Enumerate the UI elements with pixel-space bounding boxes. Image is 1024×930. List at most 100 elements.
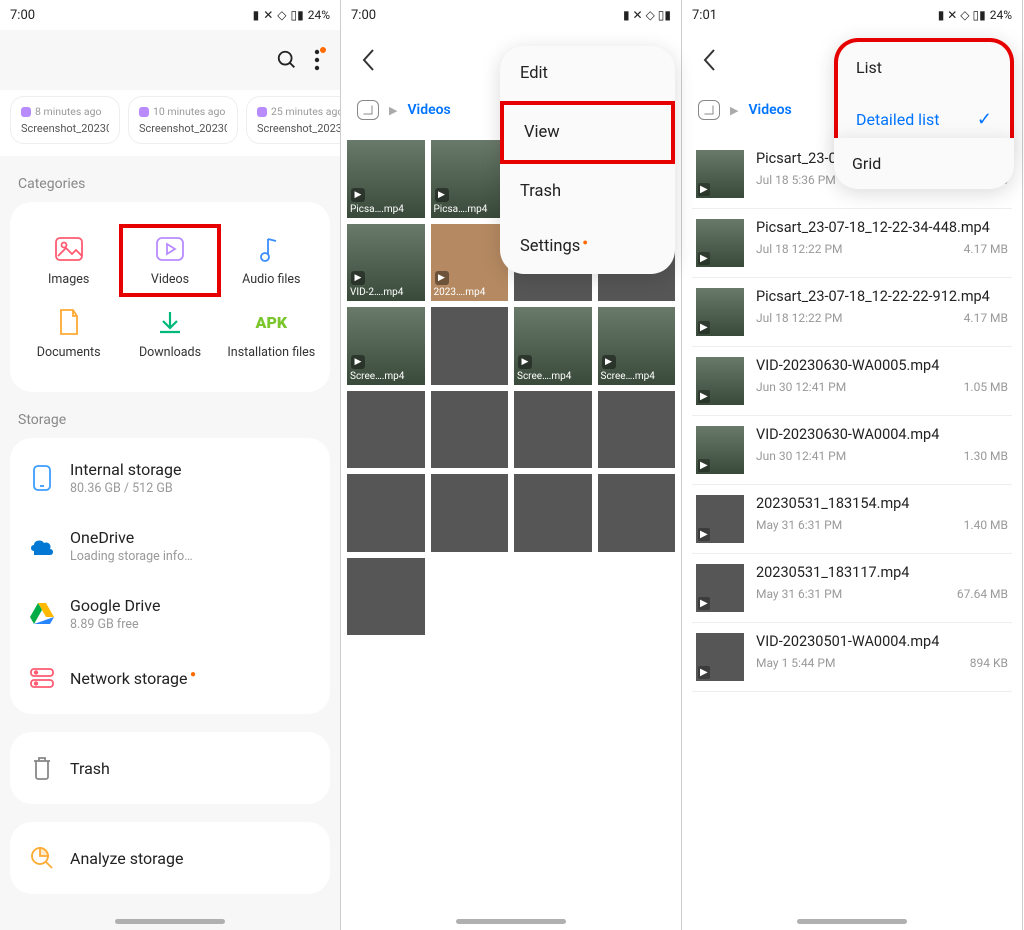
video-label: Scree….mp4	[601, 371, 655, 382]
play-icon: ▶	[698, 528, 710, 541]
gesture-bar[interactable]	[115, 919, 225, 924]
images-icon	[54, 234, 84, 264]
network-icon	[28, 664, 56, 692]
play-icon: ▶	[698, 597, 710, 610]
play-icon: ▶	[698, 183, 710, 196]
menu-view[interactable]: View	[500, 101, 675, 164]
video-label: 2023….mp4	[434, 287, 486, 298]
video-cell[interactable]	[347, 474, 425, 552]
play-icon: ▶	[435, 271, 449, 285]
recent-item[interactable]: 10 minutes ago Screenshot_20230718_18493…	[128, 96, 238, 144]
file-row[interactable]: ▶VID-20230630-WA0005.mp4Jun 30 12:41 PM1…	[692, 347, 1012, 416]
video-thumbnail: ▶	[696, 288, 744, 336]
trash-icon	[28, 754, 56, 782]
video-cell[interactable]: ▶Picsa….mp4	[431, 140, 509, 218]
status-bar: 7:00 ▮ ✕ ◇ ▯▮ 24%	[0, 0, 340, 30]
video-cell[interactable]	[514, 391, 592, 469]
storage-googledrive[interactable]: Google Drive 8.89 GB free	[10, 580, 330, 648]
file-row[interactable]: ▶Picsart_23-07-18_12-22-22-912.mp4Jul 18…	[692, 278, 1012, 347]
categories-panel: Images Videos Audio files Documents	[10, 202, 330, 392]
analyze-panel: Analyze storage	[10, 822, 330, 894]
file-size: 894 KB	[970, 656, 1008, 670]
video-cell[interactable]	[347, 391, 425, 469]
file-name: 20230531_183117.mp4	[756, 564, 1008, 583]
video-cell[interactable]	[514, 474, 592, 552]
video-cell[interactable]	[598, 474, 676, 552]
file-row[interactable]: ▶Picsart_23-07-18_12-22-34-448.mp4Jul 18…	[692, 209, 1012, 278]
file-name: VID-20230630-WA0005.mp4	[756, 357, 1008, 376]
menu-trash[interactable]: Trash	[500, 164, 675, 219]
battery-icon: ▮	[253, 8, 260, 22]
video-thumbnail: ▶	[696, 150, 744, 198]
view-mode-menu: List Detailed list ✓	[834, 38, 1014, 146]
clock: 7:00	[10, 8, 35, 23]
video-cell[interactable]: ▶ Scree….mp4	[514, 307, 592, 385]
view-mode-menu-bottom: Grid	[834, 138, 1014, 189]
file-size: 67.64 MB	[957, 587, 1008, 601]
clock: 7:01	[692, 8, 717, 23]
more-icon[interactable]	[306, 43, 328, 77]
recent-item[interactable]: 25 minutes ago Screenshot_20230718_18342…	[246, 96, 340, 144]
chevron-right-icon: ▶	[730, 104, 738, 117]
breadcrumb-videos[interactable]: Videos	[748, 102, 791, 118]
home-icon[interactable]	[698, 100, 720, 120]
recent-files-row: 8 minutes ago Screenshot_20230718_1851… …	[0, 90, 340, 156]
video-cell[interactable]: ▶Scree….mp4	[347, 307, 425, 385]
video-cell[interactable]: ▶ 2023….mp4	[431, 224, 509, 302]
storage-network[interactable]: Network storage ●	[10, 648, 330, 708]
category-images[interactable]: Images	[18, 224, 119, 297]
category-audio[interactable]: Audio files	[221, 224, 322, 297]
menu-settings[interactable]: Settings ●	[500, 219, 675, 274]
file-row[interactable]: ▶20230531_183117.mp4May 31 6:31 PM67.64 …	[692, 554, 1012, 623]
apk-icon: APK	[256, 307, 286, 337]
video-label: Scree….mp4	[517, 371, 571, 382]
file-name: 20230531_183154.mp4	[756, 495, 1008, 514]
play-icon: ▶	[351, 355, 365, 369]
category-apk[interactable]: APK Installation files	[221, 297, 322, 370]
category-downloads[interactable]: Downloads	[119, 297, 220, 370]
video-cell[interactable]	[347, 558, 425, 636]
gesture-bar[interactable]	[797, 919, 907, 924]
recent-item[interactable]: 8 minutes ago Screenshot_20230718_1851…	[10, 96, 120, 144]
back-button[interactable]	[353, 44, 383, 76]
video-thumbnail: ▶	[696, 564, 744, 612]
file-date: May 1 5:44 PM	[756, 656, 835, 670]
wifi-icon: ◇	[277, 8, 286, 22]
videos-icon	[155, 234, 185, 264]
video-thumbnail: ▶	[696, 633, 744, 681]
googledrive-icon	[28, 600, 56, 628]
storage-onedrive[interactable]: OneDrive Loading storage info…	[10, 512, 330, 580]
file-size: 1.30 MB	[964, 449, 1008, 463]
search-icon[interactable]	[268, 43, 306, 77]
file-list: ▶Picsart_23-07-18_17-36-36-038.mp4Jul 18…	[682, 136, 1022, 696]
file-size: 1.05 MB	[964, 380, 1008, 394]
file-name: VID-20230501-WA0004.mp4	[756, 633, 1008, 652]
video-cell[interactable]: ▶Scree….mp4	[598, 307, 676, 385]
menu-edit[interactable]: Edit	[500, 46, 675, 101]
video-cell[interactable]	[598, 391, 676, 469]
view-grid[interactable]: Grid	[834, 138, 1014, 189]
play-icon: ▶	[351, 188, 365, 202]
breadcrumb-videos[interactable]: Videos	[407, 102, 450, 118]
home-icon[interactable]	[357, 100, 379, 120]
category-documents[interactable]: Documents	[18, 297, 119, 370]
video-cell[interactable]	[431, 307, 509, 385]
video-cell[interactable]: ▶Picsa….mp4	[347, 140, 425, 218]
category-videos[interactable]: Videos	[119, 224, 220, 297]
trash-item[interactable]: Trash	[10, 738, 330, 798]
file-name: VID-20230630-WA0004.mp4	[756, 426, 1008, 445]
file-row[interactable]: ▶20230531_183154.mp4May 31 6:31 PM1.40 M…	[692, 485, 1012, 554]
back-button[interactable]	[694, 44, 724, 76]
play-icon: ▶	[518, 355, 532, 369]
view-list[interactable]: List	[838, 42, 1010, 93]
video-cell[interactable]	[431, 391, 509, 469]
video-cell[interactable]	[431, 474, 509, 552]
video-cell[interactable]: ▶VID-2….mp4	[347, 224, 425, 302]
storage-internal[interactable]: Internal storage 80.36 GB / 512 GB	[10, 444, 330, 512]
analyze-item[interactable]: Analyze storage	[10, 828, 330, 888]
file-row[interactable]: ▶VID-20230630-WA0004.mp4Jun 30 12:41 PM1…	[692, 416, 1012, 485]
video-thumbnail: ▶	[696, 426, 744, 474]
status-icons: ▮ ✕ ◇ ▯▮ 24%	[253, 8, 330, 22]
gesture-bar[interactable]	[456, 919, 566, 924]
file-row[interactable]: ▶ VID-20230501-WA0004.mp4 May 1 5:44 PM 894…	[692, 623, 1012, 692]
